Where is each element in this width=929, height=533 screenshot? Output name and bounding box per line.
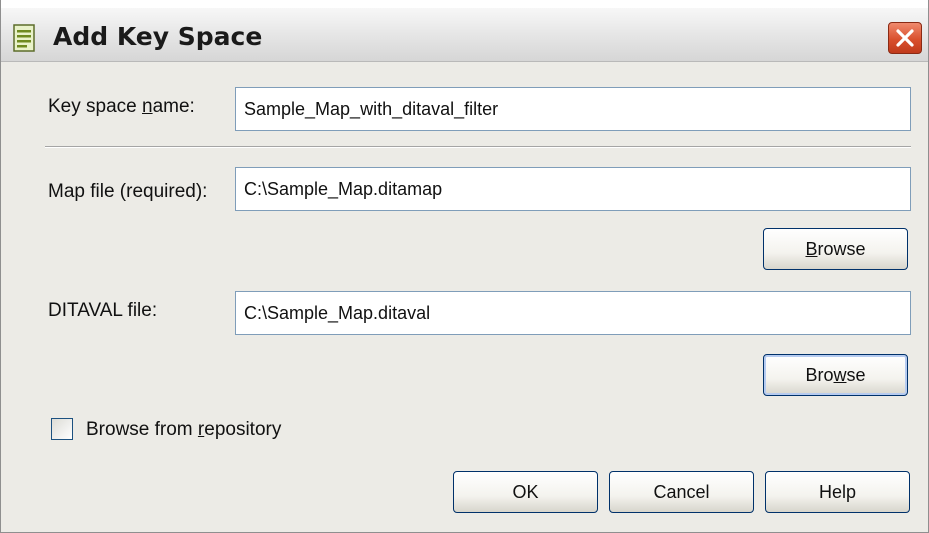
- separator: [45, 146, 911, 148]
- browse-ditaval-button[interactable]: Browse: [763, 354, 908, 396]
- browse-from-repository-checkbox[interactable]: [51, 418, 73, 440]
- key-space-name-label: Key space name:: [48, 96, 195, 117]
- map-file-input[interactable]: C:\Sample_Map.ditamap: [235, 167, 911, 211]
- document-icon: [13, 24, 37, 52]
- browse-map-button[interactable]: Browse: [763, 228, 908, 270]
- add-key-space-dialog: Add Key Space Key space name: Sample_Map…: [0, 0, 929, 533]
- ditaval-file-label: DITAVAL file:: [48, 300, 158, 321]
- ditaval-file-input[interactable]: C:\Sample_Map.ditaval: [235, 291, 911, 335]
- map-file-label: Map file (required):: [48, 181, 208, 202]
- dialog-title: Add Key Space: [53, 22, 263, 51]
- help-button[interactable]: Help: [765, 471, 910, 513]
- browse-from-repository-label: Browse from repository: [86, 419, 282, 440]
- title-bar[interactable]: Add Key Space: [1, 0, 928, 62]
- key-space-name-input[interactable]: Sample_Map_with_ditaval_filter: [235, 87, 911, 131]
- close-icon: [896, 29, 914, 47]
- close-button[interactable]: [888, 22, 922, 54]
- cancel-button[interactable]: Cancel: [609, 471, 754, 513]
- ok-button[interactable]: OK: [453, 471, 598, 513]
